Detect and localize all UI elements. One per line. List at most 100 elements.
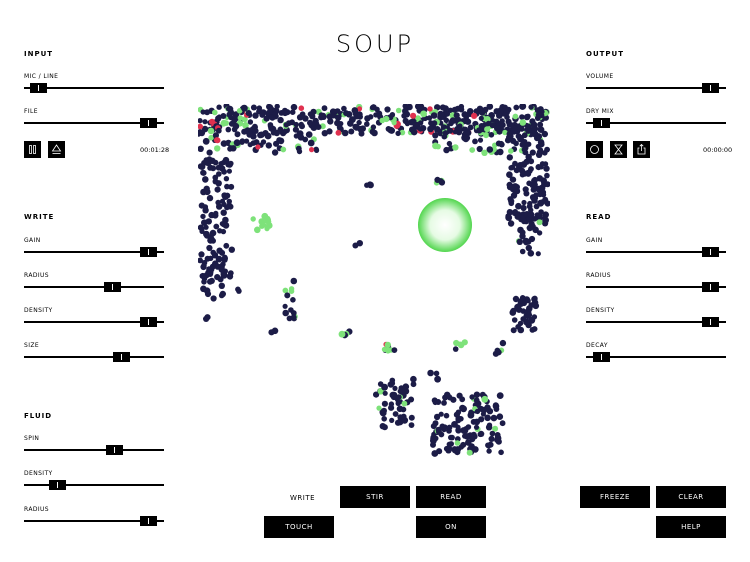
particle bbox=[535, 151, 543, 158]
particle bbox=[320, 113, 327, 120]
particle bbox=[234, 131, 241, 138]
particle bbox=[446, 394, 452, 400]
fluid-density-slider[interactable] bbox=[24, 480, 164, 490]
particle bbox=[271, 327, 279, 335]
write-size-slider[interactable] bbox=[24, 352, 164, 362]
slider-thumb[interactable] bbox=[593, 352, 610, 362]
share-icon bbox=[637, 143, 646, 155]
soup-canvas[interactable] bbox=[198, 104, 550, 460]
particle bbox=[385, 347, 391, 354]
fluid-spin-label: SPIN bbox=[24, 435, 40, 442]
particle bbox=[446, 140, 453, 147]
particle bbox=[218, 282, 225, 289]
share-button[interactable] bbox=[633, 141, 650, 158]
particle bbox=[305, 131, 313, 138]
particle bbox=[526, 312, 533, 318]
particle bbox=[506, 154, 513, 161]
particle bbox=[273, 129, 281, 137]
particle bbox=[343, 110, 350, 117]
particle bbox=[512, 113, 519, 120]
particle bbox=[441, 133, 448, 140]
read-gain-slider[interactable] bbox=[586, 247, 726, 257]
particle bbox=[519, 126, 525, 132]
slider-thumb[interactable] bbox=[702, 282, 719, 292]
slider-thumb[interactable] bbox=[593, 118, 610, 128]
particle bbox=[387, 126, 394, 134]
write-size-label: SIZE bbox=[24, 342, 40, 349]
particle bbox=[214, 186, 221, 193]
read-radius-slider[interactable] bbox=[586, 282, 726, 292]
mic-line-slider[interactable] bbox=[24, 83, 164, 93]
particle bbox=[402, 117, 409, 125]
particle bbox=[462, 135, 470, 143]
fluid-radius-slider[interactable] bbox=[24, 516, 164, 526]
particle bbox=[525, 244, 532, 252]
on-button[interactable]: ON bbox=[416, 516, 486, 538]
touch-button[interactable]: TOUCH bbox=[264, 516, 334, 538]
particle bbox=[470, 418, 477, 425]
particle bbox=[283, 122, 289, 128]
particle bbox=[484, 126, 491, 133]
help-button[interactable]: HELP bbox=[656, 516, 726, 538]
particle bbox=[459, 396, 466, 403]
particle bbox=[220, 140, 228, 147]
slider-thumb[interactable] bbox=[30, 83, 47, 93]
particle bbox=[434, 176, 441, 183]
write-gain-slider[interactable] bbox=[24, 247, 164, 257]
dry-mix-slider[interactable] bbox=[586, 118, 726, 128]
particle bbox=[381, 400, 388, 407]
slider-thumb[interactable] bbox=[140, 247, 157, 257]
particle bbox=[202, 176, 209, 183]
particle bbox=[496, 112, 503, 119]
particle bbox=[281, 129, 288, 135]
particle bbox=[204, 188, 211, 196]
particle bbox=[282, 309, 289, 317]
particle bbox=[508, 148, 514, 154]
particle bbox=[521, 132, 528, 139]
fluid-spin-slider[interactable] bbox=[24, 445, 164, 455]
fluid-radius-label: RADIUS bbox=[24, 506, 50, 513]
particle bbox=[505, 214, 513, 222]
write-density-slider[interactable] bbox=[24, 317, 164, 327]
freeze-button[interactable]: FREEZE bbox=[580, 486, 650, 508]
eject-button[interactable] bbox=[48, 141, 65, 158]
particle bbox=[408, 422, 415, 428]
record-button[interactable] bbox=[586, 141, 603, 158]
particle bbox=[364, 182, 370, 188]
particle bbox=[466, 449, 473, 456]
write-radius-slider[interactable] bbox=[24, 282, 164, 292]
pause-button[interactable] bbox=[24, 141, 41, 158]
read-density-slider[interactable] bbox=[586, 317, 726, 327]
slider-thumb[interactable] bbox=[104, 282, 121, 292]
read-button[interactable]: READ bbox=[416, 486, 486, 508]
read-decay-slider[interactable] bbox=[586, 352, 726, 362]
slider-thumb[interactable] bbox=[140, 118, 157, 128]
particle bbox=[216, 114, 222, 120]
file-label: FILE bbox=[24, 108, 38, 115]
particle bbox=[448, 434, 454, 441]
particle bbox=[446, 445, 453, 453]
slider-thumb[interactable] bbox=[702, 247, 719, 257]
particle bbox=[288, 288, 295, 294]
write-gain-label: GAIN bbox=[24, 237, 41, 244]
particle bbox=[440, 124, 447, 130]
slider-thumb[interactable] bbox=[113, 352, 130, 362]
timer-button[interactable] bbox=[610, 141, 627, 158]
slider-thumb[interactable] bbox=[106, 445, 123, 455]
slider-thumb[interactable] bbox=[140, 516, 157, 526]
particle bbox=[321, 105, 328, 112]
particle bbox=[216, 104, 222, 110]
particle bbox=[264, 132, 272, 140]
slider-thumb[interactable] bbox=[49, 480, 66, 490]
volume-slider[interactable] bbox=[586, 83, 726, 93]
slider-thumb[interactable] bbox=[702, 83, 719, 93]
particle bbox=[480, 406, 488, 414]
file-slider[interactable] bbox=[24, 118, 164, 128]
stir-button[interactable]: STIR bbox=[340, 486, 410, 508]
particle bbox=[472, 138, 478, 145]
slider-thumb[interactable] bbox=[140, 317, 157, 327]
particle bbox=[223, 176, 230, 182]
clear-button[interactable]: CLEAR bbox=[656, 486, 726, 508]
slider-thumb[interactable] bbox=[702, 317, 719, 327]
particle bbox=[401, 400, 408, 407]
